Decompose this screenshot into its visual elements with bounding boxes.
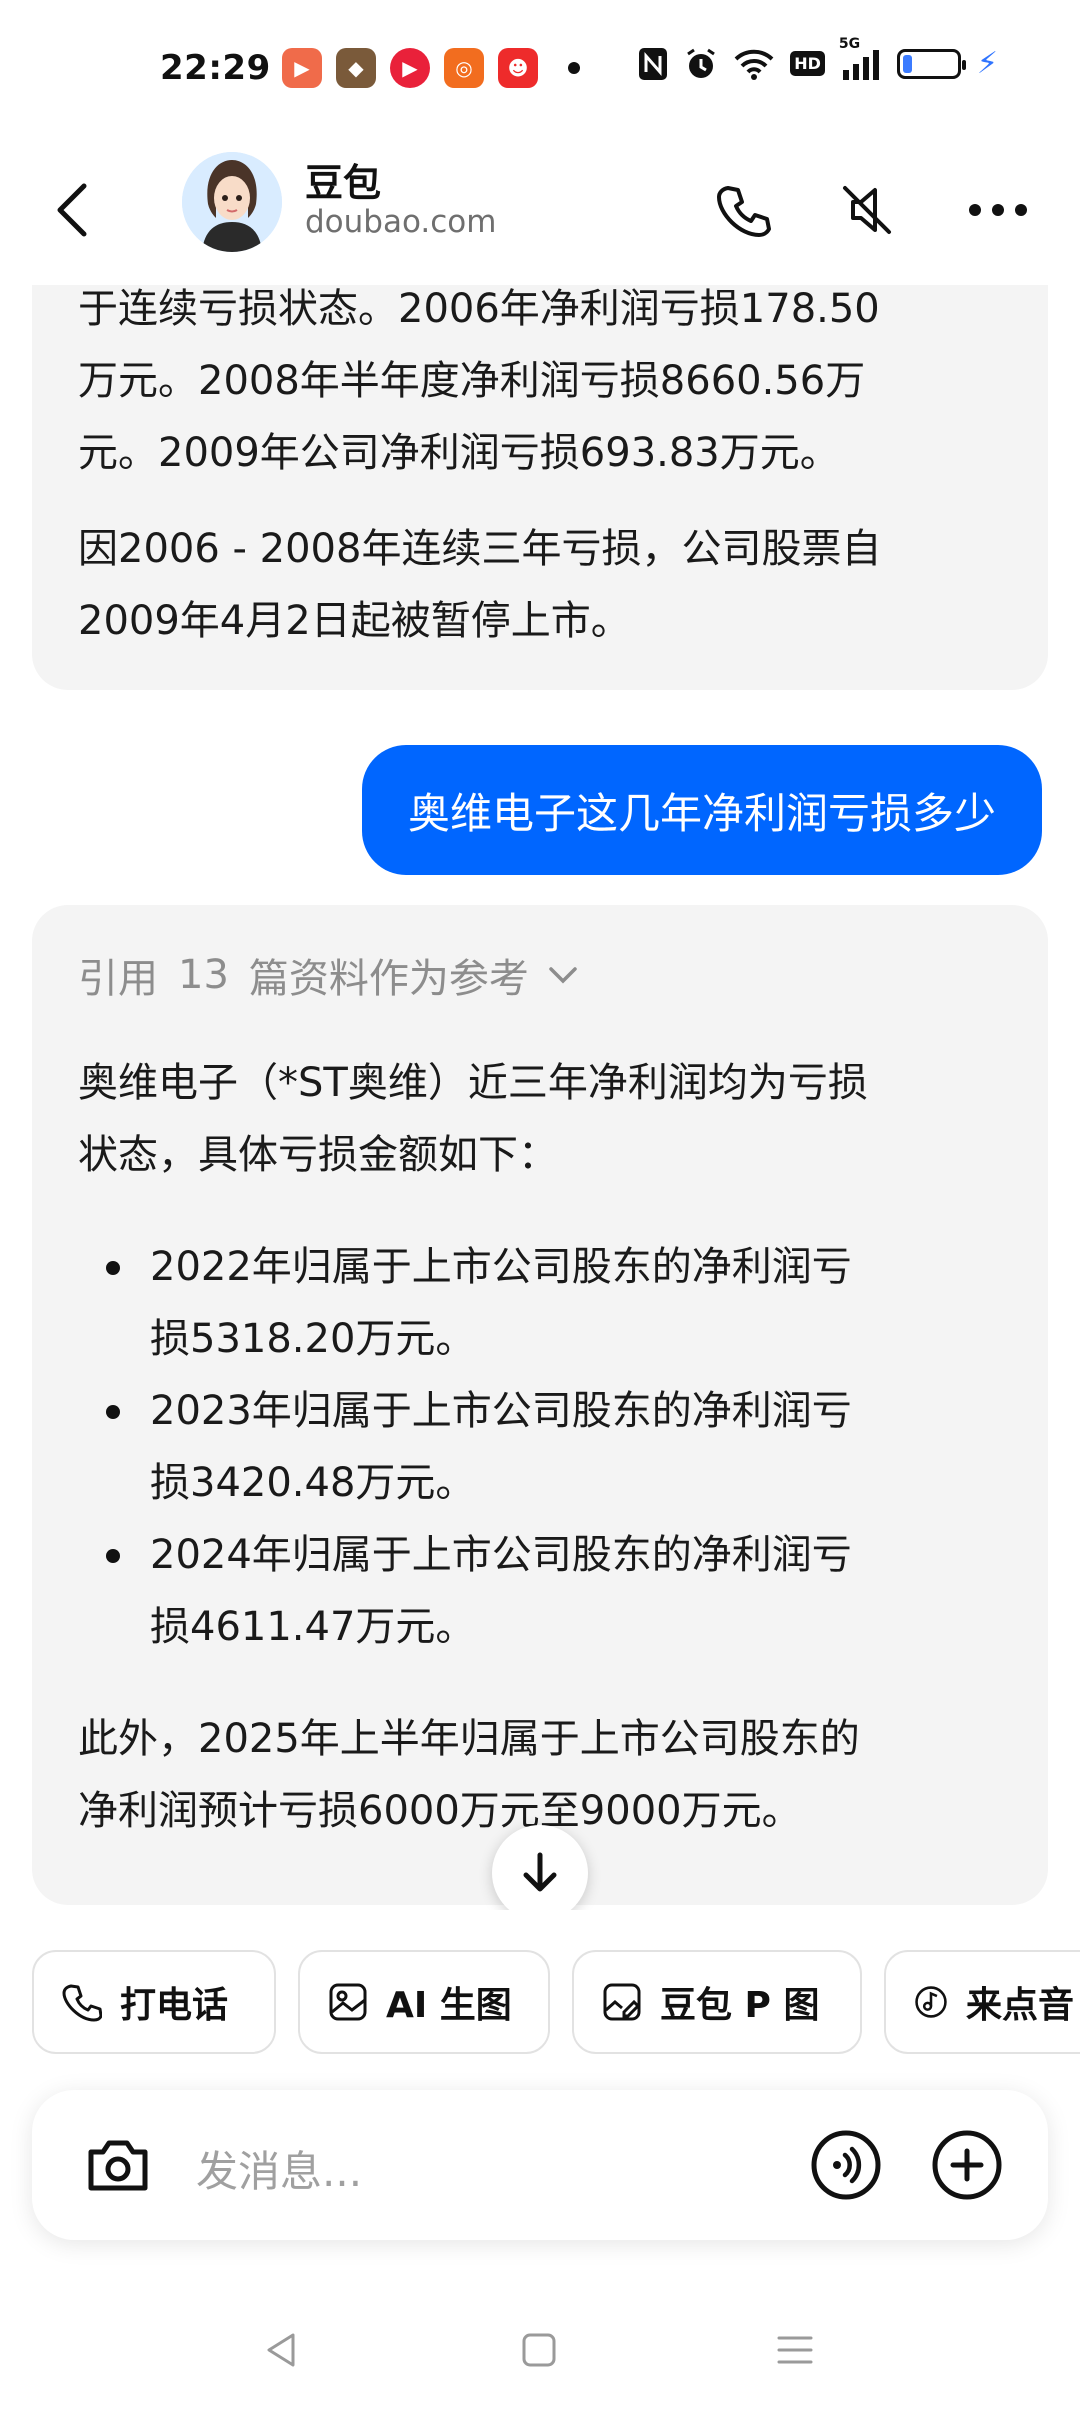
chip-label: AI 生图: [386, 1985, 512, 2026]
message-line: 因2006 - 2008年连续三年亏损，公司股票自: [78, 526, 882, 572]
quick-action-music[interactable]: 来点音: [884, 1950, 1080, 2054]
camera-button[interactable]: [78, 2125, 158, 2205]
nfc-icon: [638, 47, 668, 81]
chip-label: 打电话: [120, 1985, 229, 2026]
music-icon: [915, 1986, 947, 2018]
scroll-to-bottom-button[interactable]: [492, 1825, 588, 1910]
voice-button[interactable]: [806, 2125, 886, 2205]
status-bar: 22:29 ▶ ◆ ▶ ◎ ☻ HD 5G ⚡: [0, 0, 1080, 135]
nav-back-button[interactable]: [246, 2320, 316, 2380]
references-count: 13: [178, 952, 229, 998]
list-item-line: 2024年归属于上市公司股东的净利润亏: [150, 1532, 852, 1578]
chat-title: 豆包: [305, 161, 382, 205]
references-prefix: 引用: [78, 956, 158, 1002]
edit-image-icon: [603, 1983, 641, 2021]
notification-icons: ▶ ◆ ▶ ◎ ☻: [282, 48, 580, 88]
avatar-image: [182, 152, 282, 252]
camera-icon: [88, 2140, 148, 2191]
arrow-down-icon: [523, 1852, 557, 1892]
references-suffix: 篇资料作为参考: [248, 956, 529, 1002]
nav-recents-button[interactable]: [760, 2320, 830, 2380]
screen: 22:29 ▶ ◆ ▶ ◎ ☻ HD 5G ⚡ 豆包 doubao.com 于连…: [0, 0, 1080, 2412]
phone-icon: [62, 1984, 102, 2022]
add-button[interactable]: [927, 2125, 1007, 2205]
more-options-button[interactable]: [958, 170, 1038, 250]
system-icons: HD 5G ⚡: [638, 36, 998, 81]
reply-intro-line: 状态，具体亏损金额如下：: [78, 1132, 558, 1178]
chevron-down-icon: [549, 967, 577, 984]
shop-icon: ◎: [444, 48, 484, 88]
message-line: 万元。2008年半年度净利润亏损8660.56万: [78, 358, 866, 404]
chat-header: 豆包 doubao.com: [0, 140, 1080, 290]
square-home-icon: [522, 2333, 556, 2367]
list-item-line: 损3420.48万元。: [150, 1460, 476, 1506]
list-item-line: 损4611.47万元。: [150, 1604, 476, 1650]
speaker-muted-icon: [843, 186, 891, 234]
chat-scroll-area[interactable]: 于连续亏损状态。2006年净利润亏损178.50 万元。2008年半年度净利润亏…: [0, 285, 1080, 1910]
list-item-line: 损5318.20万元。: [150, 1316, 476, 1362]
battery-level: [902, 54, 913, 73]
list-item: 2022年归属于上市公司股东的净利润亏 损5318.20万元。: [78, 1231, 1002, 1375]
message-input-bar: 发消息...: [32, 2090, 1048, 2240]
wifi-icon: [734, 48, 774, 80]
menu-lines-icon: [777, 2336, 813, 2364]
back-button[interactable]: [42, 170, 102, 250]
plus-icon: [932, 2130, 1002, 2200]
ai-message-previous: 于连续亏损状态。2006年净利润亏损178.50 万元。2008年半年度净利润亏…: [32, 285, 1048, 690]
loss-list: 2022年归属于上市公司股东的净利润亏 损5318.20万元。 2023年归属于…: [78, 1231, 1002, 1663]
list-item: 2023年归属于上市公司股东的净利润亏 损3420.48万元。: [78, 1375, 1002, 1519]
phone-icon: [717, 186, 771, 237]
quick-action-call[interactable]: 打电话: [32, 1950, 276, 2054]
battery-icon: [896, 48, 966, 79]
list-item-line: 2022年归属于上市公司股东的净利润亏: [150, 1244, 852, 1290]
quick-actions: 打电话 AI 生图 豆包 P 图 来点音: [0, 1950, 1080, 2058]
list-item: 2024年归属于上市公司股东的净利润亏 损4611.47万元。: [78, 1519, 1002, 1663]
quick-action-ai-image[interactable]: AI 生图: [298, 1950, 550, 2054]
back-arrow-icon: [57, 183, 87, 237]
status-time: 22:29: [160, 48, 271, 88]
system-navigation-bar: [0, 2290, 1080, 2412]
triangle-back-icon: [267, 2333, 295, 2367]
image-icon: [329, 1983, 367, 2021]
references-toggle[interactable]: 引用 13 篇资料作为参考: [78, 935, 1002, 1015]
avatar[interactable]: [182, 152, 282, 252]
reply-intro-line: 奥维电子（*ST奥维）近三年净利润均为亏损: [78, 1060, 868, 1106]
charging-icon: ⚡: [976, 46, 998, 81]
call-button[interactable]: [704, 170, 784, 250]
list-item-line: 2023年归属于上市公司股东的净利润亏: [150, 1388, 852, 1434]
chip-label: 来点音: [965, 1985, 1074, 2026]
more-notifications-dot: [568, 62, 580, 74]
news-icon: ☻: [498, 48, 538, 88]
quick-action-edit-image[interactable]: 豆包 P 图: [572, 1950, 862, 2054]
game-icon: ▶: [282, 48, 322, 88]
alarm-icon: [684, 47, 718, 81]
message-line: 于连续亏损状态。2006年净利润亏损178.50: [78, 286, 880, 332]
ai-message-reply: 引用 13 篇资料作为参考 奥维电子（*ST奥维）近三年净利润均为亏损 状态，具…: [32, 905, 1048, 1905]
more-dots-icon: [969, 204, 1027, 216]
message-line: 元。2009年公司净利润亏损693.83万元。: [78, 430, 840, 476]
photo-icon: ◆: [336, 48, 376, 88]
voice-icon: [811, 2130, 881, 2200]
5g-signal-icon: 5G: [839, 36, 881, 80]
chat-subtitle: doubao.com: [305, 204, 497, 240]
hd-icon: HD: [790, 51, 825, 76]
chip-label: 豆包 P 图: [660, 1985, 820, 2026]
nav-home-button[interactable]: [504, 2320, 574, 2380]
video-icon: ▶: [390, 48, 430, 88]
reply-outro-line: 此外，2025年上半年归属于上市公司股东的: [78, 1716, 860, 1762]
user-message: 奥维电子这几年净利润亏损多少: [361, 745, 1042, 875]
message-line: 2009年4月2日起被暂停上市。: [78, 598, 631, 644]
message-input[interactable]: 发消息...: [196, 2138, 362, 2199]
mute-button[interactable]: [827, 170, 907, 250]
